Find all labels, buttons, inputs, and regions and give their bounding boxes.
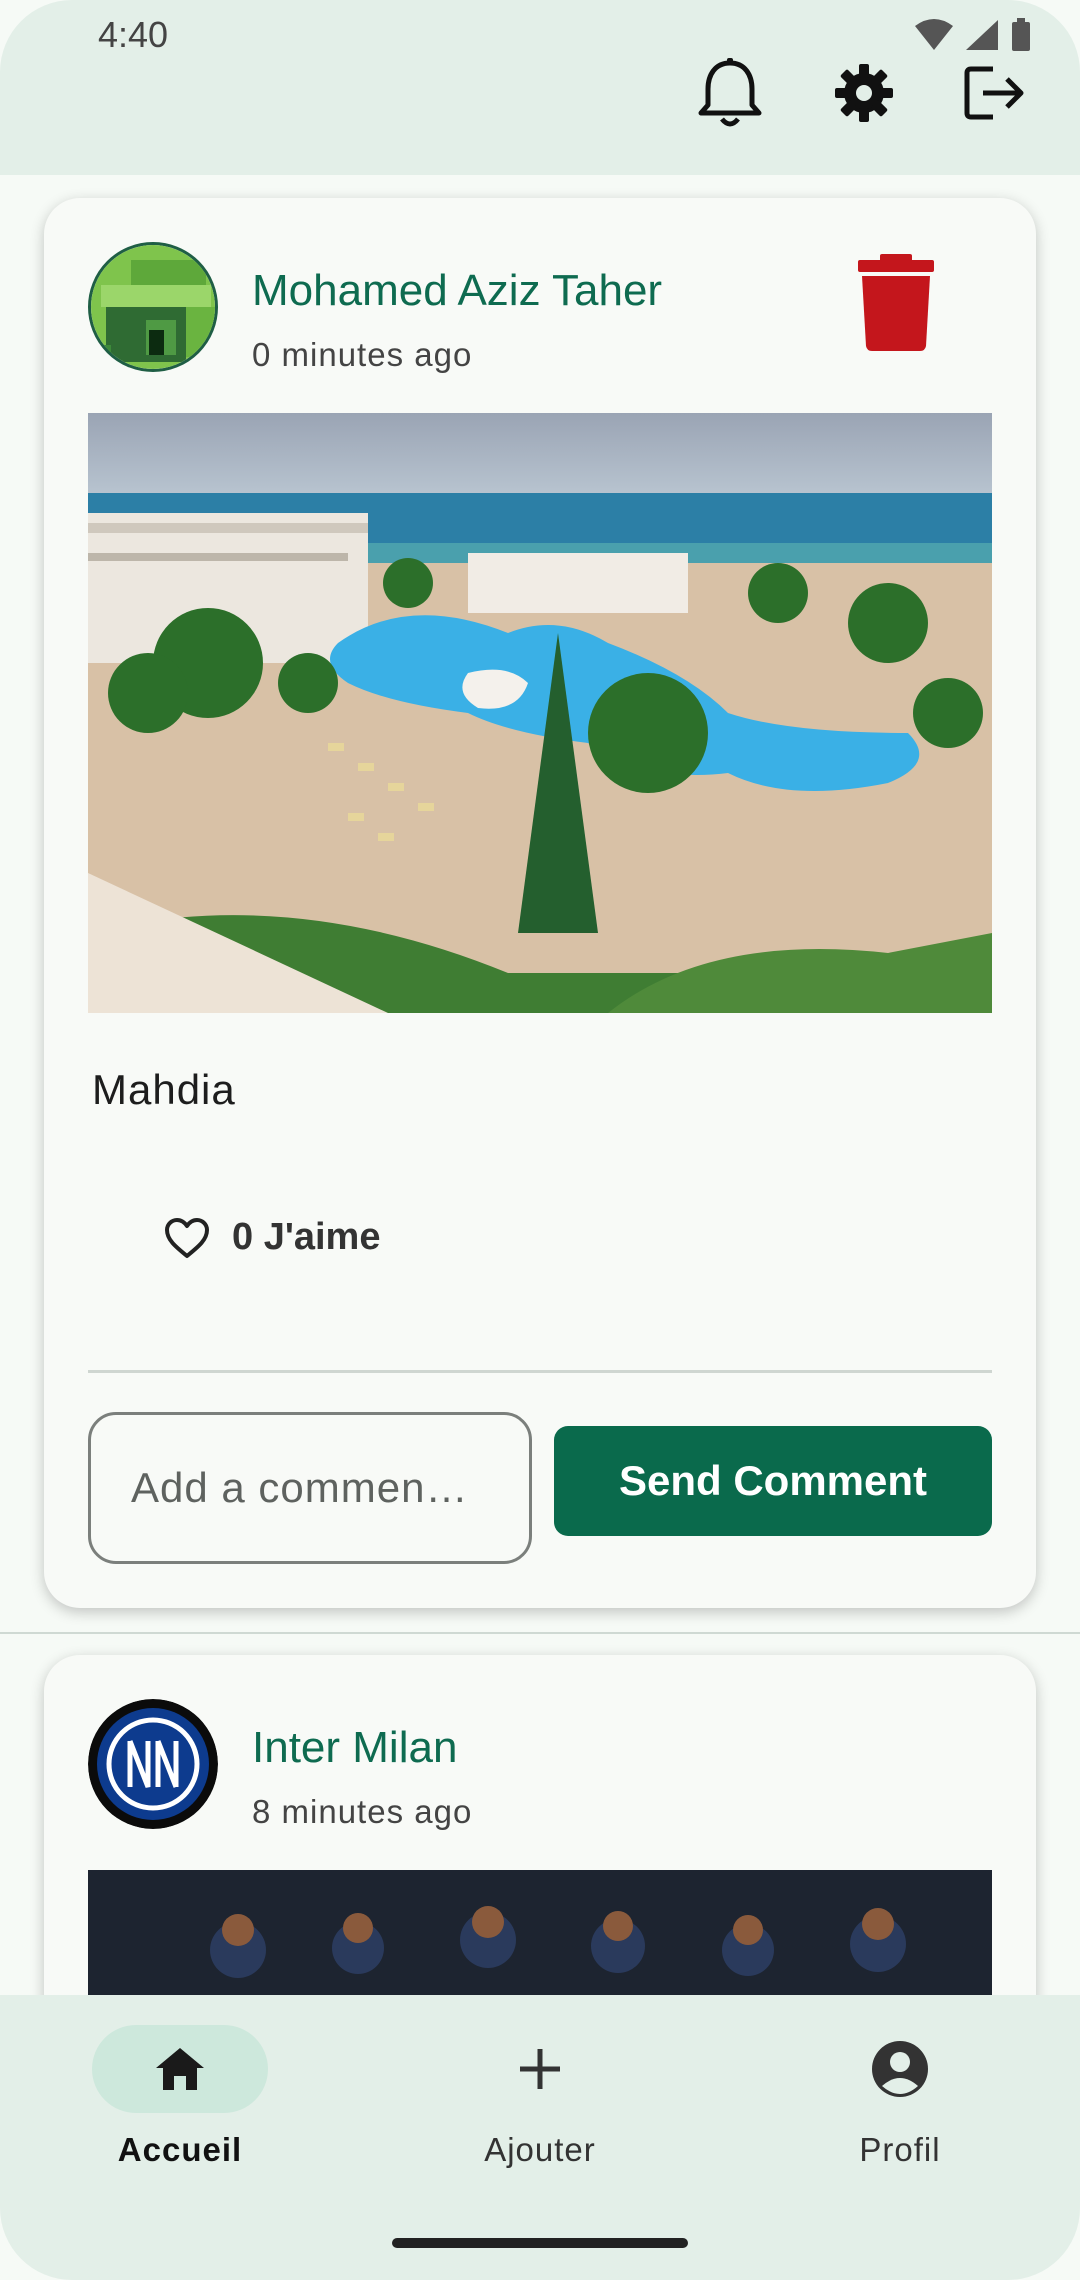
app-screen: 4:40 Mohamed Aziz Taher 0 minutes ago Ma… (0, 0, 1080, 2280)
home-indicator[interactable] (392, 2238, 688, 2248)
bell-icon (698, 58, 762, 127)
avatar[interactable] (88, 242, 218, 372)
comment-input[interactable] (88, 1412, 532, 1564)
inter-milan-logo (88, 1699, 218, 1829)
home-icon (156, 2048, 204, 2090)
account-circle-icon (872, 2041, 928, 2097)
status-time: 4:40 (98, 14, 169, 55)
post-author[interactable]: Inter Milan (252, 1723, 457, 1773)
nav-item-profil[interactable]: Profil (750, 2025, 1050, 2185)
logout-button[interactable] (944, 48, 1044, 138)
battery-icon (1012, 18, 1030, 51)
nav-item-ajouter[interactable]: Ajouter (390, 2025, 690, 2185)
signal-icon (966, 20, 998, 50)
post-card: Mohamed Aziz Taher 0 minutes ago Mahdia … (44, 198, 1036, 1608)
notifications-button[interactable] (680, 48, 780, 138)
delete-post-button[interactable] (856, 252, 936, 352)
resort-pool-photo (88, 413, 992, 1013)
post-time: 8 minutes ago (252, 1793, 473, 1830)
divider (88, 1370, 992, 1373)
trash-icon (858, 254, 934, 351)
team-photo (88, 1870, 992, 1995)
nav-item-accueil[interactable]: Accueil (30, 2025, 330, 2185)
post-card: Inter Milan 8 minutes ago (44, 1655, 1036, 1995)
nav-icon-container (452, 2025, 628, 2113)
nav-label: Ajouter (484, 2131, 596, 2168)
heart-outline-icon (165, 1217, 209, 1258)
like-button[interactable]: 0 J'aime (164, 1216, 380, 1259)
settings-button[interactable] (814, 48, 914, 138)
wifi-icon (915, 19, 953, 50)
feed[interactable]: Mohamed Aziz Taher 0 minutes ago Mahdia … (0, 175, 1080, 1995)
nav-label: Profil (859, 2131, 941, 2168)
logout-icon (964, 66, 1024, 120)
avatar[interactable] (88, 1699, 218, 1829)
like-count: 0 J'aime (232, 1216, 381, 1258)
plus-icon (520, 2049, 560, 2089)
post-caption: Mahdia (92, 1066, 236, 1113)
nav-label: Accueil (117, 2131, 243, 2168)
top-actions (680, 48, 1080, 138)
send-comment-button[interactable]: Send Comment (554, 1426, 992, 1536)
post-time: 0 minutes ago (252, 336, 473, 373)
settings-gear-icon (835, 64, 893, 122)
post-author[interactable]: Mohamed Aziz Taher (252, 266, 662, 316)
post-image[interactable] (88, 1870, 992, 1995)
feed-separator (0, 1632, 1080, 1634)
top-app-bar: 4:40 (0, 0, 1080, 175)
nav-icon-container (812, 2025, 988, 2113)
status-icons (914, 18, 1032, 52)
nav-active-indicator (92, 2025, 268, 2113)
pixel-avatar-image (91, 245, 215, 369)
post-image[interactable] (88, 413, 992, 1013)
